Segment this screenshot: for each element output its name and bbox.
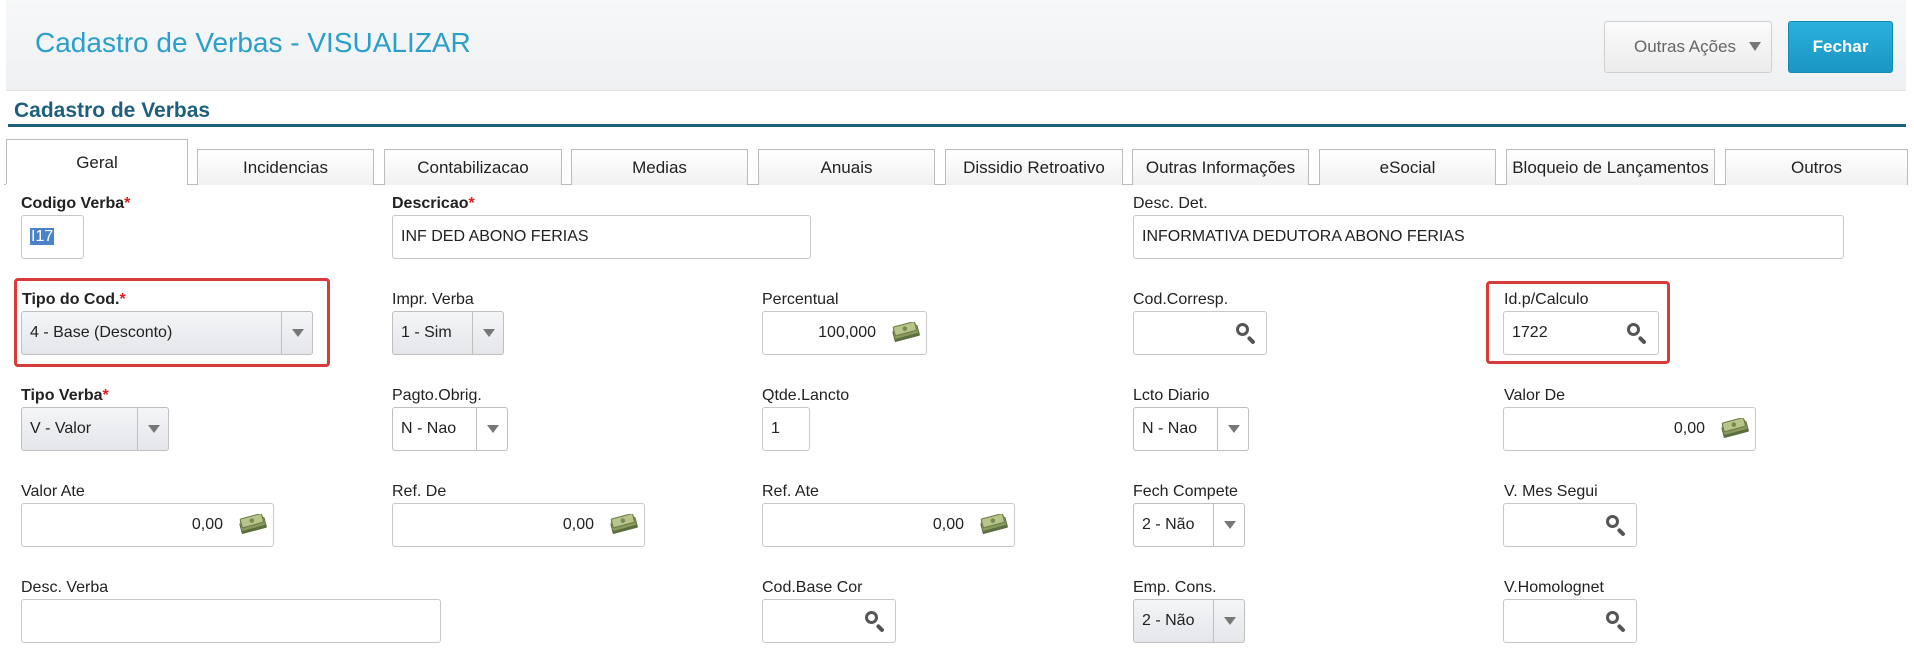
tipo-cod-value: 4 - Base (Desconto) (30, 324, 173, 341)
tipo-verba-select[interactable]: V - Valor (21, 407, 169, 451)
impr-verba-select[interactable]: 1 - Sim (392, 311, 504, 355)
tab-contabilizacao[interactable]: Contabilizacao (384, 149, 562, 185)
cod-base-cor-label: Cod.Base Cor (762, 579, 863, 596)
qtde-lancto-label: Qtde.Lancto (762, 387, 850, 404)
tab-medias[interactable]: Medias (571, 149, 748, 185)
impr-verba-value: 1 - Sim (401, 324, 452, 341)
pagto-obrig-select[interactable]: N - Nao (392, 407, 508, 451)
emp-cons-value: 2 - Não (1142, 612, 1195, 629)
page-title: Cadastro de Verbas - VISUALIZAR (35, 27, 471, 58)
codigo-verba-field[interactable]: I17 (21, 215, 84, 259)
money-icon[interactable] (238, 514, 268, 536)
desc-verba-label: Desc. Verba (21, 579, 109, 596)
emp-cons-select[interactable]: 2 - Não (1133, 599, 1245, 643)
lcto-diario-value: N - Nao (1142, 420, 1198, 437)
outras-acoes-label: Outras Ações (1634, 37, 1737, 56)
outras-acoes-button[interactable]: Outras Ações (1604, 21, 1772, 73)
chevron-down-icon (1749, 42, 1761, 51)
money-icon[interactable] (609, 514, 639, 536)
id-calculo-label: Id.p/Calculo (1504, 291, 1589, 308)
fech-compete-value: 2 - Não (1142, 516, 1195, 533)
chevron-down-icon (483, 329, 495, 337)
valor-ate-label: Valor Ate (21, 483, 85, 500)
section-title: Cadastro de Verbas (14, 99, 211, 122)
ref-de-label: Ref. De (392, 483, 447, 500)
money-icon[interactable] (979, 514, 1009, 536)
valor-de-label: Valor De (1504, 387, 1566, 404)
lcto-diario-select[interactable]: N - Nao (1133, 407, 1249, 451)
fech-compete-label: Fech Compete (1133, 483, 1238, 500)
tipo-verba-label: Tipo Verba* (21, 387, 109, 404)
ref-ate-label: Ref. Ate (762, 483, 819, 500)
money-icon[interactable] (891, 322, 921, 344)
tipo-verba-value: V - Valor (30, 420, 92, 437)
ref-de-field[interactable]: 0,00 (392, 503, 645, 547)
search-icon[interactable] (863, 609, 887, 633)
codigo-verba-label: Codigo Verba* (21, 195, 131, 212)
desc-det-field[interactable]: INFORMATIVA DEDUTORA ABONO FERIAS (1133, 215, 1844, 259)
fech-compete-select[interactable]: 2 - Não (1133, 503, 1245, 547)
desc-verba-field[interactable] (21, 599, 441, 643)
search-icon[interactable] (1604, 513, 1628, 537)
cod-corresp-label: Cod.Corresp. (1133, 291, 1229, 308)
tab-outros[interactable]: Outros (1725, 149, 1908, 185)
emp-cons-label: Emp. Cons. (1133, 579, 1217, 596)
qtde-lancto-field[interactable]: 1 (762, 407, 810, 451)
tab-dissidio-retroativo[interactable]: Dissidio Retroativo (945, 149, 1123, 185)
impr-verba-label: Impr. Verba (392, 291, 474, 308)
chevron-down-icon (487, 425, 499, 433)
chevron-down-icon (148, 425, 160, 433)
search-icon[interactable] (1625, 321, 1649, 345)
chevron-down-icon (292, 329, 304, 337)
tipo-cod-select[interactable]: 4 - Base (Desconto) (21, 311, 313, 355)
desc-det-label: Desc. Det. (1133, 195, 1208, 212)
v-mes-segui-label: V. Mes Segui (1504, 483, 1598, 500)
descricao-field[interactable]: INF DED ABONO FERIAS (392, 215, 811, 259)
chevron-down-icon (1228, 425, 1240, 433)
money-icon[interactable] (1720, 418, 1750, 440)
chevron-down-icon (1224, 617, 1236, 625)
active-tab-cover (6, 184, 186, 186)
ref-ate-field[interactable]: 0,00 (762, 503, 1015, 547)
lcto-diario-label: Lcto Diario (1133, 387, 1210, 404)
valor-ate-field[interactable]: 0,00 (21, 503, 274, 547)
tab-esocial[interactable]: eSocial (1319, 149, 1496, 185)
tab-anuais[interactable]: Anuais (758, 149, 935, 185)
tab-bloqueio-lancamentos[interactable]: Bloqueio de Lançamentos (1506, 149, 1715, 185)
tab-geral[interactable]: Geral (6, 139, 188, 185)
tipo-cod-label: Tipo do Cod.* (22, 291, 126, 308)
descricao-label: Descricao* (392, 195, 475, 212)
pagto-obrig-value: N - Nao (401, 420, 457, 437)
valor-de-field[interactable]: 0,00 (1503, 407, 1756, 451)
percentual-label: Percentual (762, 291, 839, 308)
chevron-down-icon (1224, 521, 1236, 529)
fechar-button[interactable]: Fechar (1788, 21, 1893, 73)
pagto-obrig-label: Pagto.Obrig. (392, 387, 482, 404)
search-icon[interactable] (1604, 609, 1628, 633)
section-divider (8, 124, 1906, 127)
v-homolognet-label: V.Homolognet (1504, 579, 1604, 596)
tab-incidencias[interactable]: Incidencias (197, 149, 374, 185)
tab-outras-informacoes[interactable]: Outras Informações (1132, 149, 1309, 185)
search-icon[interactable] (1234, 321, 1258, 345)
